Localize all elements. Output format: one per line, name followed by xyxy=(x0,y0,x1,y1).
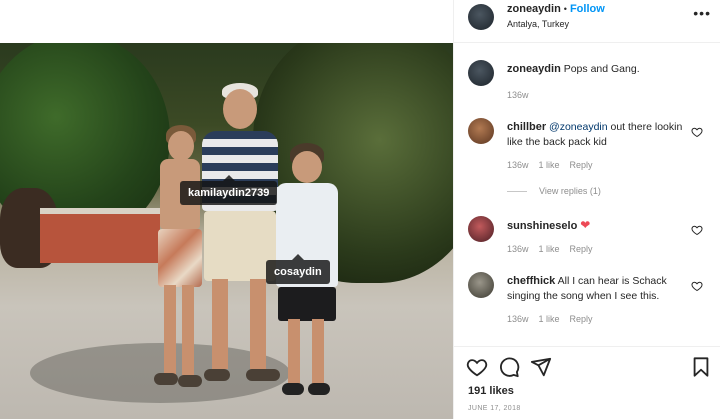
comment-like-count[interactable]: 1 like xyxy=(539,160,560,170)
heart-icon[interactable] xyxy=(466,356,488,378)
commenter-username[interactable]: chillber xyxy=(507,121,546,133)
more-options-icon[interactable]: ••• xyxy=(693,5,711,21)
commenter-avatar[interactable] xyxy=(468,272,494,298)
author-username[interactable]: zoneaydin xyxy=(507,3,561,15)
share-icon[interactable] xyxy=(530,356,552,378)
caption-text: zoneaydin Pops and Gang. xyxy=(507,62,685,77)
post-photo[interactable]: kamilaydin2739 cosaydin xyxy=(0,43,453,419)
caption-body: Pops and Gang. xyxy=(563,63,640,75)
heart-emoji: ❤ xyxy=(580,218,591,232)
post-actions: 191 likes JUNE 17, 2018 xyxy=(454,346,720,419)
comment-age: 136w xyxy=(507,244,529,254)
comment-text: chillber @zoneaydin out there lookin lik… xyxy=(507,120,685,150)
photo-tag-kamilaydin2739[interactable]: kamilaydin2739 xyxy=(180,175,278,205)
post-location[interactable]: Antalya, Turkey xyxy=(507,19,569,29)
reply-button[interactable]: Reply xyxy=(570,314,593,324)
post-date[interactable]: JUNE 17, 2018 xyxy=(468,405,521,412)
view-replies-button[interactable]: View replies (1) xyxy=(507,186,601,196)
view-replies-line xyxy=(507,191,527,193)
separator-dot: • xyxy=(563,4,567,14)
comment-like-count[interactable]: 1 like xyxy=(539,314,560,324)
comment-icon[interactable] xyxy=(498,356,520,378)
post-side-panel: zoneaydin • Follow Antalya, Turkey ••• zon… xyxy=(453,0,720,419)
commenter-avatar[interactable] xyxy=(468,118,494,144)
likes-count[interactable]: 191 likes xyxy=(468,385,514,397)
caption-age: 136w xyxy=(507,90,529,100)
comment-text: sunshineselo ❤ xyxy=(507,218,685,234)
comment-text: cheffhick All I can hear is Schack singi… xyxy=(507,274,685,304)
comment-age: 136w xyxy=(507,314,529,324)
comment-like-count[interactable]: 1 like xyxy=(539,244,560,254)
post-header: zoneaydin • Follow Antalya, Turkey ••• xyxy=(454,0,720,43)
commenter-username[interactable]: cheffhick xyxy=(507,275,555,287)
caption-avatar[interactable] xyxy=(468,60,494,86)
author-avatar[interactable] xyxy=(468,4,494,30)
commenter-avatar[interactable] xyxy=(468,216,494,242)
brick-wall xyxy=(40,208,160,263)
comment-mention[interactable]: @zoneaydin xyxy=(549,121,608,133)
comment-meta: 136w 1 like Reply xyxy=(507,244,603,254)
comment-like-icon[interactable] xyxy=(691,126,703,138)
bookmark-icon[interactable] xyxy=(690,356,712,378)
comment-meta: 136w 1 like Reply xyxy=(507,314,603,324)
follow-button[interactable]: Follow xyxy=(570,3,605,15)
comment-meta: 136w 1 like Reply xyxy=(507,160,603,170)
caption-meta: 136w xyxy=(507,90,539,100)
caption-username[interactable]: zoneaydin xyxy=(507,63,561,75)
commenter-username[interactable]: sunshineselo xyxy=(507,220,577,232)
photo-tag-cosaydin[interactable]: cosaydin xyxy=(266,254,330,284)
reply-button[interactable]: Reply xyxy=(570,244,593,254)
reply-button[interactable]: Reply xyxy=(570,160,593,170)
comment-age: 136w xyxy=(507,160,529,170)
comment-like-icon[interactable] xyxy=(691,280,703,292)
view-replies-label[interactable]: View replies (1) xyxy=(539,186,601,196)
comment-like-icon[interactable] xyxy=(691,224,703,236)
